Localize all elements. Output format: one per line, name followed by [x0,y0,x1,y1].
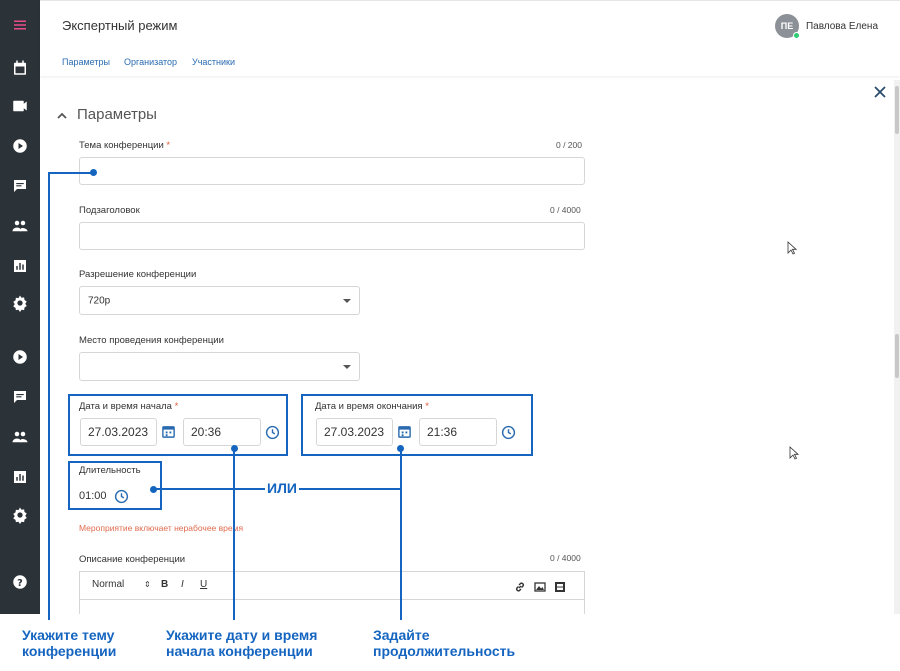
section-parameters-header[interactable]: Параметры [56,106,157,123]
subtitle-label: Подзаголовок [79,205,140,216]
description-counter: 0 / 4000 [550,553,581,563]
format-select[interactable]: Normal [92,579,124,590]
image-icon[interactable] [534,580,546,592]
svg-text:?: ? [17,578,23,589]
chevron-down-icon [343,364,351,369]
mouse-cursor-icon [789,446,800,460]
resolution-value: 720p [88,295,111,306]
annotation-start-hint: Укажите дату и время начала конференции [166,627,318,659]
avatar[interactable]: ПЕ [774,14,800,39]
resolution-select[interactable]: 720p [79,286,360,315]
left-sidebar: ? [0,0,40,614]
play-icon[interactable] [0,131,40,161]
annotation-line [48,172,50,620]
annotation-topic-hint: Укажите тему конференции [22,627,117,659]
italic-button[interactable]: I [181,579,184,590]
description-label: Описание конференции [79,554,186,565]
start-highlight-box [68,394,288,456]
resolution-label: Разрешение конференции [79,269,197,280]
editor-toolbar: Normal ⇕ B I U [80,572,584,600]
chevron-down-icon [343,298,351,303]
annotation-line [48,172,93,174]
annotation-duration-hint: Задайте продолжительность [373,627,516,659]
app-window: ? Экспертный режим Параметры Организатор… [0,0,900,671]
link-icon[interactable] [514,580,526,592]
avatar-initials: ПЕ [780,21,794,31]
annotation-or: ИЛИ [265,480,299,496]
required-mark: * [166,140,171,151]
end-highlight-box [301,394,533,456]
scrollbar-thumb[interactable] [895,86,899,134]
subtitle-input[interactable] [79,222,585,250]
user-name: Павлова Елена [805,20,878,32]
location-label: Место проведения конференции [79,335,224,346]
updown-icon: ⇕ [144,580,151,589]
chevron-up-icon [56,109,68,121]
chat-icon[interactable] [0,171,40,201]
scrollbar-thumb-secondary[interactable] [895,334,899,378]
video-icon[interactable] [554,580,566,592]
page-header: Экспертный режим Параметры Организатор У… [40,0,900,76]
tab-parameters[interactable]: Параметры [62,57,110,67]
online-status-indicator [792,32,800,39]
tab-participants[interactable]: Участники [192,57,235,67]
chart-icon[interactable] [0,462,40,492]
user-profile[interactable]: ПЕ Павлова Елена [774,14,878,39]
description-editor[interactable]: Normal ⇕ B I U [79,571,585,614]
users-icon[interactable] [0,422,40,452]
help-icon[interactable]: ? [0,567,40,597]
location-select[interactable] [79,352,360,381]
users-icon[interactable] [0,211,40,241]
video-camera-icon[interactable] [0,91,40,121]
close-icon[interactable] [872,84,888,100]
annotation-line [233,448,235,620]
menu-icon[interactable] [0,10,40,40]
topic-input[interactable] [79,157,585,185]
topic-counter: 0 / 200 [556,140,582,150]
chart-icon[interactable] [0,251,40,281]
settings-icon[interactable] [0,288,40,318]
mouse-cursor-icon [787,241,798,255]
underline-button[interactable]: U [200,579,207,590]
settings-icon[interactable] [0,500,40,530]
section-title: Параметры [77,106,157,123]
duration-highlight-box [68,461,162,510]
page-title: Экспертный режим [62,18,178,33]
topic-label: Тема конференции * [79,140,171,151]
subtitle-counter: 0 / 4000 [550,205,581,215]
annotation-line [400,448,402,620]
bold-button[interactable]: B [161,579,168,590]
calendar-icon[interactable] [0,53,40,83]
tab-organizer[interactable]: Организатор [124,57,177,67]
play-icon[interactable] [0,342,40,372]
nonworking-time-warning: Мероприятие включает нерабочее время [79,523,244,533]
chat-icon[interactable] [0,382,40,412]
